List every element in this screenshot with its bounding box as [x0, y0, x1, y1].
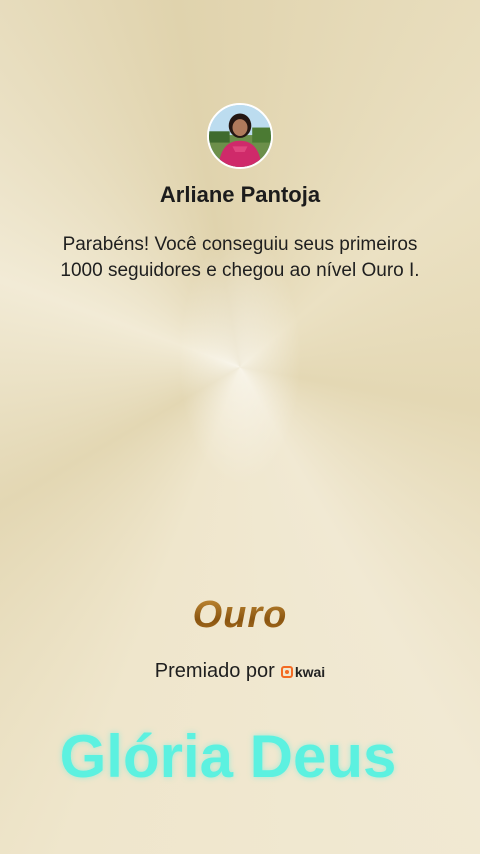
level-title: Ouro	[0, 594, 480, 637]
kwai-brand: kwai	[294, 663, 326, 680]
overlay-caption: Glória Deus	[59, 723, 397, 790]
achievement-card: Arliane Pantoja Parabéns! Você conseguiu…	[0, 0, 480, 854]
kwai-logo: kwai	[280, 663, 326, 680]
congrats-message: Parabéns! Você conseguiu seus primeiros …	[60, 234, 420, 281]
awarded-label: Premiado por	[154, 660, 275, 682]
avatar	[207, 103, 273, 169]
awarded-by: Premiado por kwai	[0, 660, 480, 683]
user-name: Arliane Pantoja	[159, 182, 321, 207]
kwai-icon	[280, 665, 293, 678]
profile-photo	[209, 105, 271, 167]
